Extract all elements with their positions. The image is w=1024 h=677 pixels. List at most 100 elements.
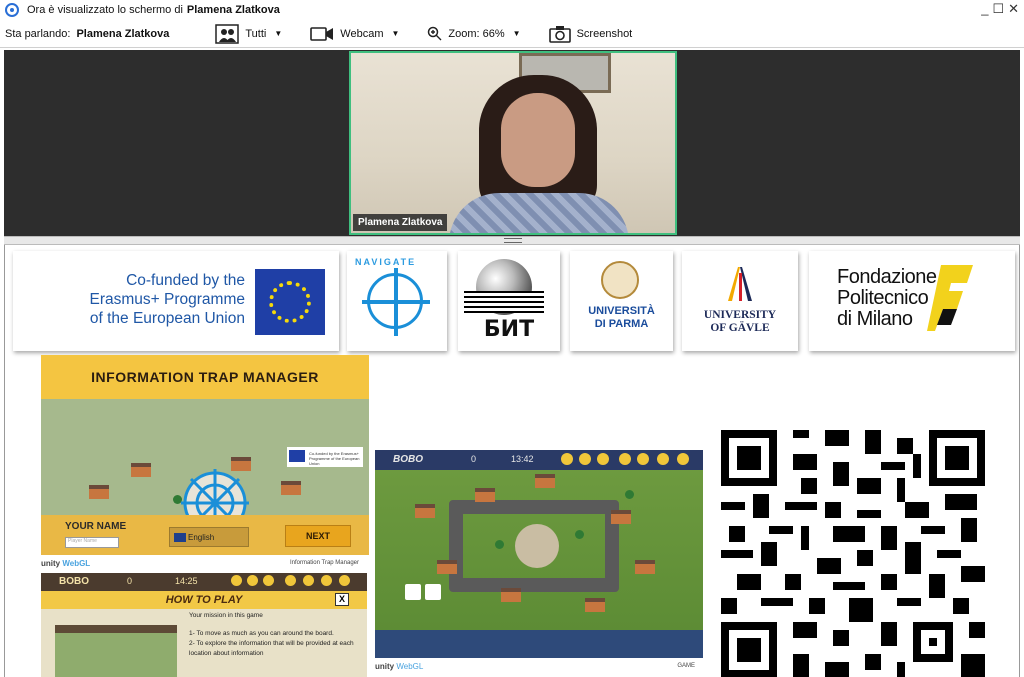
- unity-logo: unity WebGL: [375, 662, 424, 671]
- tree-icon: [495, 540, 504, 549]
- timer-value: 13:42: [511, 454, 534, 464]
- house-icon: [437, 560, 457, 574]
- bit-logo-text: БИТ: [483, 317, 535, 342]
- unity-footer-title: Information Trap Manager: [289, 560, 359, 566]
- pane-splitter[interactable]: [4, 236, 1020, 245]
- parma-logo: UNIVERSITÀ DI PARMA: [570, 251, 673, 351]
- erasmus-line-2: Erasmus+ Programme: [89, 291, 245, 308]
- hint-icon[interactable]: [321, 575, 332, 586]
- webcam-button[interactable]: Webcam ▼: [310, 26, 399, 42]
- navigate-logo-text: NAVIGATE: [355, 257, 417, 267]
- game-board-preview: Co-funded by the Erasmus+ Programme of t…: [41, 399, 369, 547]
- game-start-screen: INFORMATION TRAP MANAGER Co-funded by th…: [41, 355, 369, 559]
- sound-icon[interactable]: [561, 453, 573, 465]
- chevron-down-icon: ▼: [512, 29, 521, 38]
- target-icon[interactable]: [619, 453, 631, 465]
- player-setup-bar: YOUR NAME Player Name English NEXT: [41, 515, 369, 555]
- close-button[interactable]: ✕: [1008, 1, 1020, 17]
- instruction-step-1: 1- To move as much as you can around the…: [189, 630, 334, 637]
- polimi-mark-icon: [927, 265, 973, 331]
- participant-face: [501, 93, 575, 187]
- pause-icon[interactable]: [579, 453, 591, 465]
- screenshot-button[interactable]: Screenshot: [548, 25, 632, 43]
- dice-icon[interactable]: [405, 584, 421, 600]
- video-strip: Plamena Zlatkova: [4, 50, 1020, 236]
- player-name-input[interactable]: Player Name: [65, 537, 119, 548]
- polimi-logo-text: Fondazione Politecnico di Milano: [837, 267, 937, 330]
- participant-name-tag: Plamena Zlatkova: [353, 214, 448, 231]
- erasmus-text: Co-funded by the Erasmus+ Programme of t…: [23, 271, 245, 328]
- meeting-toolbar: Sta parlando: Plamena Zlatkova Tutti ▼ W…: [0, 20, 1024, 48]
- unity-footer-main: unity WebGL Information Trap Manager: [41, 559, 369, 571]
- player-name: BOBO: [393, 454, 423, 465]
- save-icon[interactable]: [637, 453, 649, 465]
- house-icon: [585, 598, 605, 612]
- game-status-bar: BOBO 0 13:42: [375, 450, 703, 470]
- house-icon: [535, 474, 555, 488]
- camera-icon: [548, 25, 571, 43]
- help-icon[interactable]: [677, 453, 689, 465]
- webcam-icon: [310, 26, 334, 41]
- language-select[interactable]: English: [169, 527, 249, 547]
- erasmus-line-3: of the European Union: [89, 310, 245, 327]
- zoom-button[interactable]: Zoom: 66% ▼: [427, 26, 521, 41]
- view-all-button[interactable]: Tutti ▼: [215, 23, 283, 44]
- instruction-step-2: 2- To explore the information that will …: [189, 640, 354, 657]
- unity-footer-center: unity WebGL GAME: [375, 662, 703, 671]
- webcam-label: Webcam: [340, 27, 384, 40]
- people-icon: [215, 23, 240, 44]
- navigate-logo: NAVIGATE: [347, 251, 447, 351]
- hint-icon[interactable]: [657, 453, 669, 465]
- gavle-line-1: UNIVERSITY: [703, 309, 777, 321]
- score-value: 0: [127, 576, 133, 586]
- unity-footer-title: GAME: [677, 663, 695, 669]
- window-title-presenter: Plamena Zlatkova: [186, 4, 280, 16]
- maximize-button[interactable]: ☐: [992, 1, 1005, 17]
- parma-line-1: UNIVERSITÀ: [588, 305, 655, 317]
- eu-flag-icon: [289, 450, 305, 462]
- how-to-play-screen: BOBO 0 14:25 HOW TO PLAY X Your mission …: [41, 573, 367, 677]
- game-board-screen: BOBO 0 13:42 unity WebGL GAME: [375, 450, 703, 676]
- house-icon: [635, 560, 655, 574]
- bit-logo: БИТ: [458, 251, 560, 351]
- zoom-in-icon: [428, 26, 442, 41]
- splitter-grip-icon[interactable]: [504, 238, 522, 243]
- polimi-line-3: di Milano: [837, 308, 913, 330]
- polimi-logo: Fondazione Politecnico di Milano: [809, 251, 1015, 351]
- window-controls: _ ☐ ✕: [981, 1, 1020, 17]
- book-icon[interactable]: [597, 453, 609, 465]
- save-icon[interactable]: [303, 575, 314, 586]
- house-icon: [131, 463, 151, 477]
- university-seal-icon: [601, 261, 639, 299]
- participant-video-tile[interactable]: Plamena Zlatkova: [349, 51, 677, 235]
- minimize-button[interactable]: _: [981, 1, 989, 17]
- house-icon: [475, 488, 495, 502]
- board-thumbnail: [55, 625, 177, 677]
- sound-icon[interactable]: [231, 575, 242, 586]
- gavle-logo: UNIVERSITY OF GÄVLE: [682, 251, 798, 351]
- eu-flag-icon: [255, 269, 325, 335]
- help-icon[interactable]: [339, 575, 350, 586]
- house-icon: [415, 504, 435, 518]
- eu-mini-text: Co-funded by the Erasmus+ Programme of t…: [309, 451, 360, 466]
- book-icon[interactable]: [263, 575, 274, 586]
- target-icon[interactable]: [285, 575, 296, 586]
- gavle-mark-icon: [728, 267, 752, 301]
- game-status-bar: BOBO 0 14:25: [41, 573, 367, 591]
- language-value: English: [188, 533, 215, 542]
- close-dialog-button[interactable]: X: [335, 593, 349, 606]
- speaking-label: Sta parlando:: [5, 27, 71, 40]
- tree-icon: [575, 530, 584, 539]
- house-icon: [281, 481, 301, 495]
- game-footer-bar: [375, 630, 703, 658]
- dice-icon[interactable]: [425, 584, 441, 600]
- qr-code: [721, 430, 985, 677]
- app-logo-icon: [5, 3, 19, 17]
- mission-title: Your mission in this game: [189, 612, 263, 619]
- next-button[interactable]: NEXT: [285, 525, 351, 547]
- game-title: INFORMATION TRAP MANAGER: [41, 355, 369, 399]
- town-board[interactable]: [375, 470, 703, 630]
- gavle-line-2: OF GÄVLE: [710, 322, 770, 334]
- chevron-down-icon: ▼: [274, 29, 283, 38]
- pause-icon[interactable]: [247, 575, 258, 586]
